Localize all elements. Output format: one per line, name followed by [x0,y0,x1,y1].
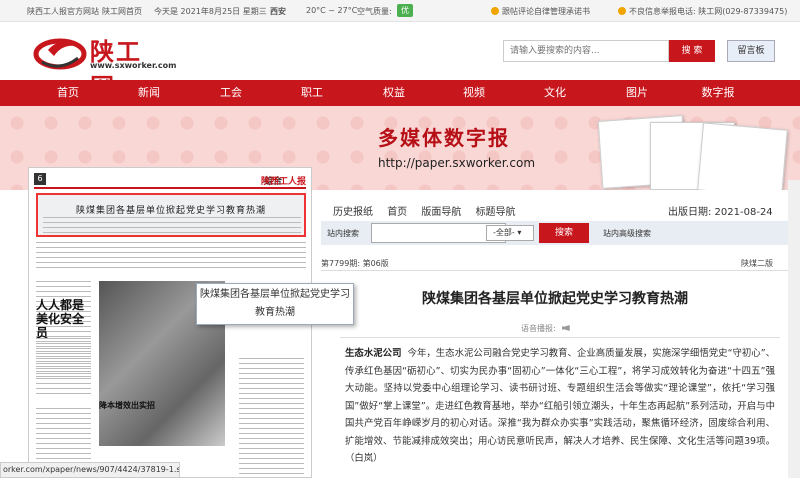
home-link[interactable]: 陕工网首页 [102,6,142,17]
side-headline: 人人都是美化安全员 [36,298,85,340]
site-search-label: 站内搜索 [327,229,359,238]
article-highlight-area[interactable]: 陕煤集团各基层单位掀起党史学习教育热潮 [36,193,306,237]
search-input[interactable] [503,40,669,62]
divider [340,337,780,338]
top-bar: 陕西工人报官方网站 陕工网首页 今天是 2021年8月25日 星期三 西安 20… [0,0,800,22]
voice-broadcast[interactable]: 语音播报: [521,323,570,334]
weather-temp: 20°C ~ 27°C [306,6,358,15]
text-lines [239,358,304,477]
site-logo[interactable]: 陕工网 www.sxworker.com [32,32,176,101]
text-lines [43,217,301,233]
logo-url: www.sxworker.com [90,61,177,70]
air-quality-badge: 优 [397,4,413,17]
scrollbar[interactable] [788,180,800,478]
weather-city: 西安 [270,7,286,16]
site-search-bar: 站内搜索 -全部- ▾ 搜索 站内高级搜索 [321,221,800,245]
tab-title-nav[interactable]: 标题导航 [476,207,516,218]
notice-icon [491,7,499,15]
article-lead: 生态水泥公司 [345,348,402,359]
sub-headline: 降本增效出实招 [99,401,155,410]
guestbook-button[interactable]: 留言板 [727,40,775,62]
tab-home[interactable]: 首页 [387,207,407,218]
speaker-icon[interactable] [561,325,570,331]
nav-news[interactable]: 新闻 [119,80,179,106]
text-lines [36,338,91,396]
advanced-search-link[interactable]: 站内高级搜索 [603,228,651,239]
article-text: 今年，生态水泥公司融合党史学习教育、企业高质量发展，实施深学细悟党史“守初心”、… [345,348,775,464]
report-link[interactable]: 跟帖评论自律管理承诺书 [491,6,590,17]
nav-epaper[interactable]: 数字报 [688,80,748,106]
article-body: 生态水泥公司 今年，生态水泥公司融合党史学习教育、企业高质量发展，实施深学细悟党… [345,345,775,468]
publish-date: 出版日期: 2021-08-24 [668,207,773,218]
tab-history[interactable]: 历史报纸 [333,207,373,218]
nav-workers[interactable]: 职工 [282,80,342,106]
status-bar-url: orker.com/xpaper/news/907/4424/37819-1.s… [0,462,180,478]
article-title: 陕煤集团各基层单位掀起党史学习教育热潮 [422,291,688,307]
banner-title: 多媒体数字报 [378,126,510,150]
site-name[interactable]: 陕西工人报官方网站 [27,6,99,17]
page-number: 6 [34,173,46,185]
paper-tabs: 历史报纸 首页 版面导航 标题导航 [333,203,527,218]
newspaper-brand: 陕西工人报 [260,177,306,187]
main-nav: 首页 新闻 工会 职工 权益 视频 文化 图片 数字报 [0,80,800,106]
nav-rights[interactable]: 权益 [364,80,424,106]
nav-culture[interactable]: 文化 [525,80,585,106]
newspaper-header: 6 综合 陕西工人报 [34,173,306,189]
nav-pictures[interactable]: 图片 [607,80,667,106]
divider [321,270,800,271]
hotline: 不良信息举报电话: 陕工网(029-87339475) [618,6,787,17]
date-text: 今天是 2021年8月25日 星期三 [154,7,267,16]
edition-info: 第7799期: 第06版 [321,259,389,268]
site-search-button[interactable]: 搜索 [539,223,589,243]
banner-url: http://paper.sxworker.com [378,156,536,170]
nav-union[interactable]: 工会 [201,80,261,106]
paper-thumbnail [697,122,788,190]
tab-page-nav[interactable]: 版面导航 [421,207,461,218]
search-button[interactable]: 搜 索 [669,40,715,62]
nav-video[interactable]: 视频 [444,80,504,106]
text-lines [36,242,306,272]
notice-icon [618,7,626,15]
nav-home[interactable]: 首页 [38,80,98,106]
newspaper-headline: 陕煤集团各基层单位掀起党史学习教育热潮 [76,206,267,216]
headline-tooltip: 陕煤集团各基层单位掀起党史学习教育热潮 [196,283,354,325]
air-label: 空气质量: [357,7,392,16]
search-scope-select[interactable]: -全部- ▾ [486,225,534,241]
logo-icon [33,38,87,70]
edition-name: 陕煤二版 [741,259,773,268]
